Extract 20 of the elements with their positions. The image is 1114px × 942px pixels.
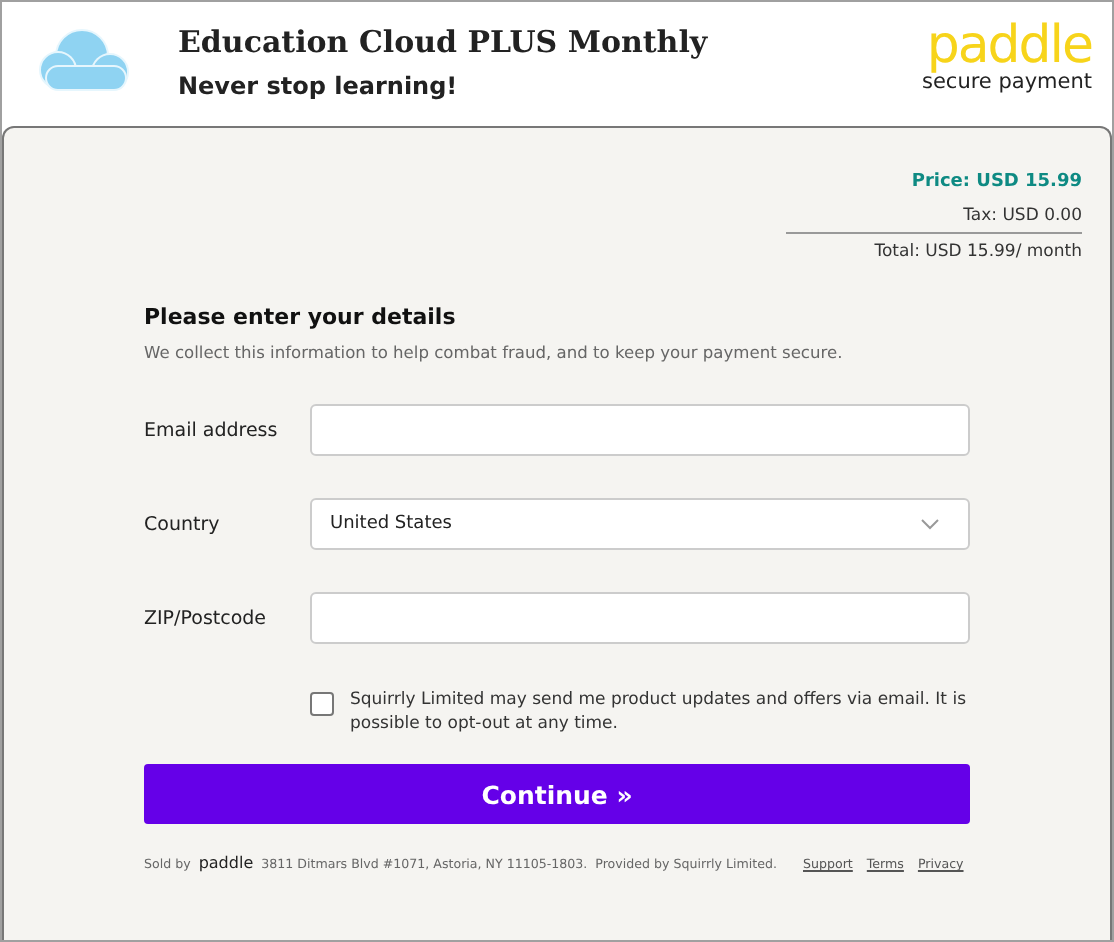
paddle-logo: paddle — [198, 854, 254, 872]
product-subtitle: Never stop learning! — [178, 72, 460, 100]
product-title: Education Cloud PLUS Monthly — [178, 24, 710, 60]
field-label: Country — [144, 513, 222, 535]
tax-text: Tax: USD 0.00 — [786, 206, 1082, 234]
consent-text: Squirrly Limited may send me product updates and offers via email. It is possible to opt-out at any time. — [350, 688, 969, 736]
form-note: We collect this information to help combat fraud, and to keep your payment secure. — [144, 342, 845, 362]
total-text: Total: USD 15.99/ month — [874, 242, 1082, 262]
price-text: Price: USD 15.99 — [911, 172, 1082, 192]
continue-button[interactable]: Continue » — [144, 764, 970, 824]
field-label: ZIP/Postcode — [144, 607, 269, 629]
brand-caption: secure payment — [921, 70, 1092, 94]
input-field[interactable] — [310, 404, 970, 456]
brand-logo: paddle — [926, 22, 1092, 70]
input-field[interactable] — [310, 592, 970, 644]
chevron-down-icon — [920, 518, 940, 530]
form-heading: Please enter your details — [144, 304, 458, 330]
consent-checkbox[interactable] — [310, 692, 334, 716]
country-dropdown[interactable]: United States — [310, 498, 970, 550]
field-label: Email address — [144, 419, 280, 441]
